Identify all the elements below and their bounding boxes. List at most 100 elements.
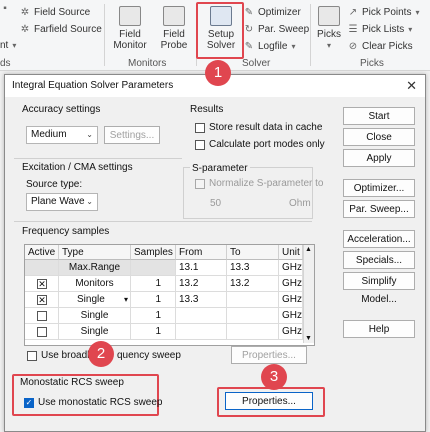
step-badge-1: 1 (205, 60, 231, 86)
active-checkbox[interactable] (37, 311, 47, 321)
source-type-select[interactable]: Plane Wave ⌄ (26, 193, 98, 211)
impedance-unit: Ohm (289, 198, 311, 209)
calc-port-label: Calculate port modes only (209, 139, 325, 150)
clear-picks-button[interactable]: ⊘ Clear Picks (348, 41, 413, 52)
table-cell[interactable] (25, 308, 59, 324)
divider (14, 221, 312, 222)
logfile-button[interactable]: ✎ Logfile ▾ (244, 40, 296, 52)
broadband-sweep-checkbox[interactable] (27, 351, 37, 361)
table-cell[interactable]: 1 (131, 292, 176, 308)
table-cell[interactable]: Single ▾ (59, 292, 131, 308)
col-header-active: Active (25, 245, 59, 260)
table-cell[interactable]: Single (59, 324, 131, 340)
table-cell[interactable] (25, 324, 59, 340)
picks-button[interactable]: Picks ▾ (312, 6, 346, 51)
chevron-down-icon: ⌄ (86, 197, 93, 206)
par-sweep-icon: ↻ (244, 23, 254, 35)
highlight-setup-solver (196, 2, 244, 59)
table-cell[interactable]: 13.3 (176, 292, 227, 308)
field-monitor-button[interactable]: Field Monitor (108, 6, 152, 51)
par-sweep-ribbon-button[interactable]: ↻ Par. Sweep (244, 24, 309, 35)
active-checkbox[interactable] (37, 327, 47, 337)
simplify-model-button[interactable]: Simplify Model... (343, 272, 415, 305)
calc-port-checkbox[interactable] (195, 140, 205, 150)
par-sweep-button[interactable]: Par. Sweep... (343, 200, 415, 218)
chevron-down-icon: ▾ (291, 42, 296, 51)
active-checkbox-checked[interactable]: ✕ (37, 279, 47, 289)
table-cell[interactable]: Single (59, 308, 131, 324)
store-cache-label: Store result data in cache (209, 122, 323, 133)
broadband-sweep-label-tail: quency sweep (117, 350, 181, 361)
table-cell[interactable] (227, 324, 279, 340)
group-label-monitors: Monitors (128, 58, 167, 69)
acceleration-button[interactable]: Acceleration... (343, 230, 415, 248)
chevron-down-icon[interactable]: ▾ (124, 292, 128, 308)
ribbon-divider (104, 4, 105, 66)
close-button[interactable]: Close (343, 128, 415, 146)
help-button[interactable]: Help (343, 320, 415, 338)
optimizer-ribbon-button[interactable]: ✎ Optimizer (244, 7, 301, 18)
frequency-section-title: Frequency samples (22, 226, 110, 237)
col-header-to: To (227, 245, 279, 260)
table-scrollbar[interactable]: ▲ ▼ (303, 245, 314, 343)
active-checkbox-checked[interactable]: ✕ (37, 295, 47, 305)
table-cell (131, 260, 176, 276)
excitation-section-title: Excitation / CMA settings (22, 162, 133, 173)
apply-button[interactable]: Apply (343, 149, 415, 167)
scroll-down-icon[interactable]: ▼ (305, 335, 312, 342)
table-cell[interactable] (227, 292, 279, 308)
table-cell[interactable]: 1 (131, 276, 176, 292)
col-header-unit: Unit (279, 245, 303, 260)
sparam-groupbox (183, 167, 313, 219)
col-header-samples: Samples (131, 245, 176, 260)
normalize-sparam-checkbox[interactable] (195, 179, 205, 189)
step-badge-2: 2 (88, 341, 114, 367)
table-cell[interactable] (227, 308, 279, 324)
monostatic-properties-button[interactable]: Properties... (225, 392, 313, 410)
table-cell[interactable]: 13.3 (227, 260, 279, 276)
table-cell[interactable]: 13.2 (227, 276, 279, 292)
col-header-type: Type (59, 245, 131, 260)
monostatic-section-title: Monostatic RCS sweep (20, 377, 124, 388)
table-cell: GHz (279, 292, 303, 308)
divider (14, 158, 182, 159)
accuracy-select[interactable]: Medium ⌄ (26, 126, 98, 144)
field-probe-button[interactable]: Field Probe (152, 6, 196, 51)
pick-lists-button[interactable]: ☰ Pick Lists ▾ (348, 24, 413, 35)
store-cache-checkbox[interactable] (195, 123, 205, 133)
table-cell[interactable] (176, 308, 227, 324)
clear-picks-icon: ⊘ (348, 40, 358, 52)
frequency-table: Active Type Samples From To Unit Max.Ran… (24, 244, 315, 346)
table-cell[interactable]: 1 (131, 324, 176, 340)
farfield-source-button[interactable]: ✲ Farfield Source (20, 24, 102, 35)
pick-points-button[interactable]: ↗ Pick Points ▾ (348, 7, 420, 18)
monostatic-checkbox-checked[interactable]: ✓ (24, 398, 34, 408)
close-icon[interactable]: ✕ (406, 78, 417, 94)
start-button[interactable]: Start (343, 107, 415, 125)
optimizer-button[interactable]: Optimizer... (343, 179, 415, 197)
table-cell (25, 260, 59, 276)
logfile-icon: ✎ (244, 40, 254, 52)
table-cell[interactable]: 13.1 (176, 260, 227, 276)
table-cell[interactable]: ✕ (25, 276, 59, 292)
accuracy-section-title: Accuracy settings (22, 104, 101, 115)
table-cell[interactable] (176, 324, 227, 340)
table-cell: GHz (279, 260, 303, 276)
table-cell: GHz (279, 276, 303, 292)
scroll-up-icon[interactable]: ▲ (305, 246, 312, 253)
table-cell[interactable]: ✕ (25, 292, 59, 308)
specials-button[interactable]: Specials... (343, 251, 415, 269)
chevron-down-icon: ▾ (415, 8, 420, 17)
frequency-properties-button[interactable]: Properties... (231, 346, 307, 364)
left-partial-item[interactable]: ▪ (0, 4, 10, 14)
step-badge-3: 3 (261, 364, 287, 390)
impedance-input[interactable]: 50 (210, 198, 221, 209)
table-cell[interactable]: 13.2 (176, 276, 227, 292)
accuracy-settings-button[interactable]: Settings... (104, 126, 160, 144)
table-cell[interactable]: Monitors (59, 276, 131, 292)
table-cell[interactable]: 1 (131, 308, 176, 324)
table-cell: Max.Range (59, 260, 131, 276)
chevron-down-icon: ▾ (408, 25, 413, 34)
field-source-button[interactable]: ✲ Field Source (20, 7, 90, 18)
normalize-sparam-label: Normalize S-parameter to (209, 178, 324, 189)
